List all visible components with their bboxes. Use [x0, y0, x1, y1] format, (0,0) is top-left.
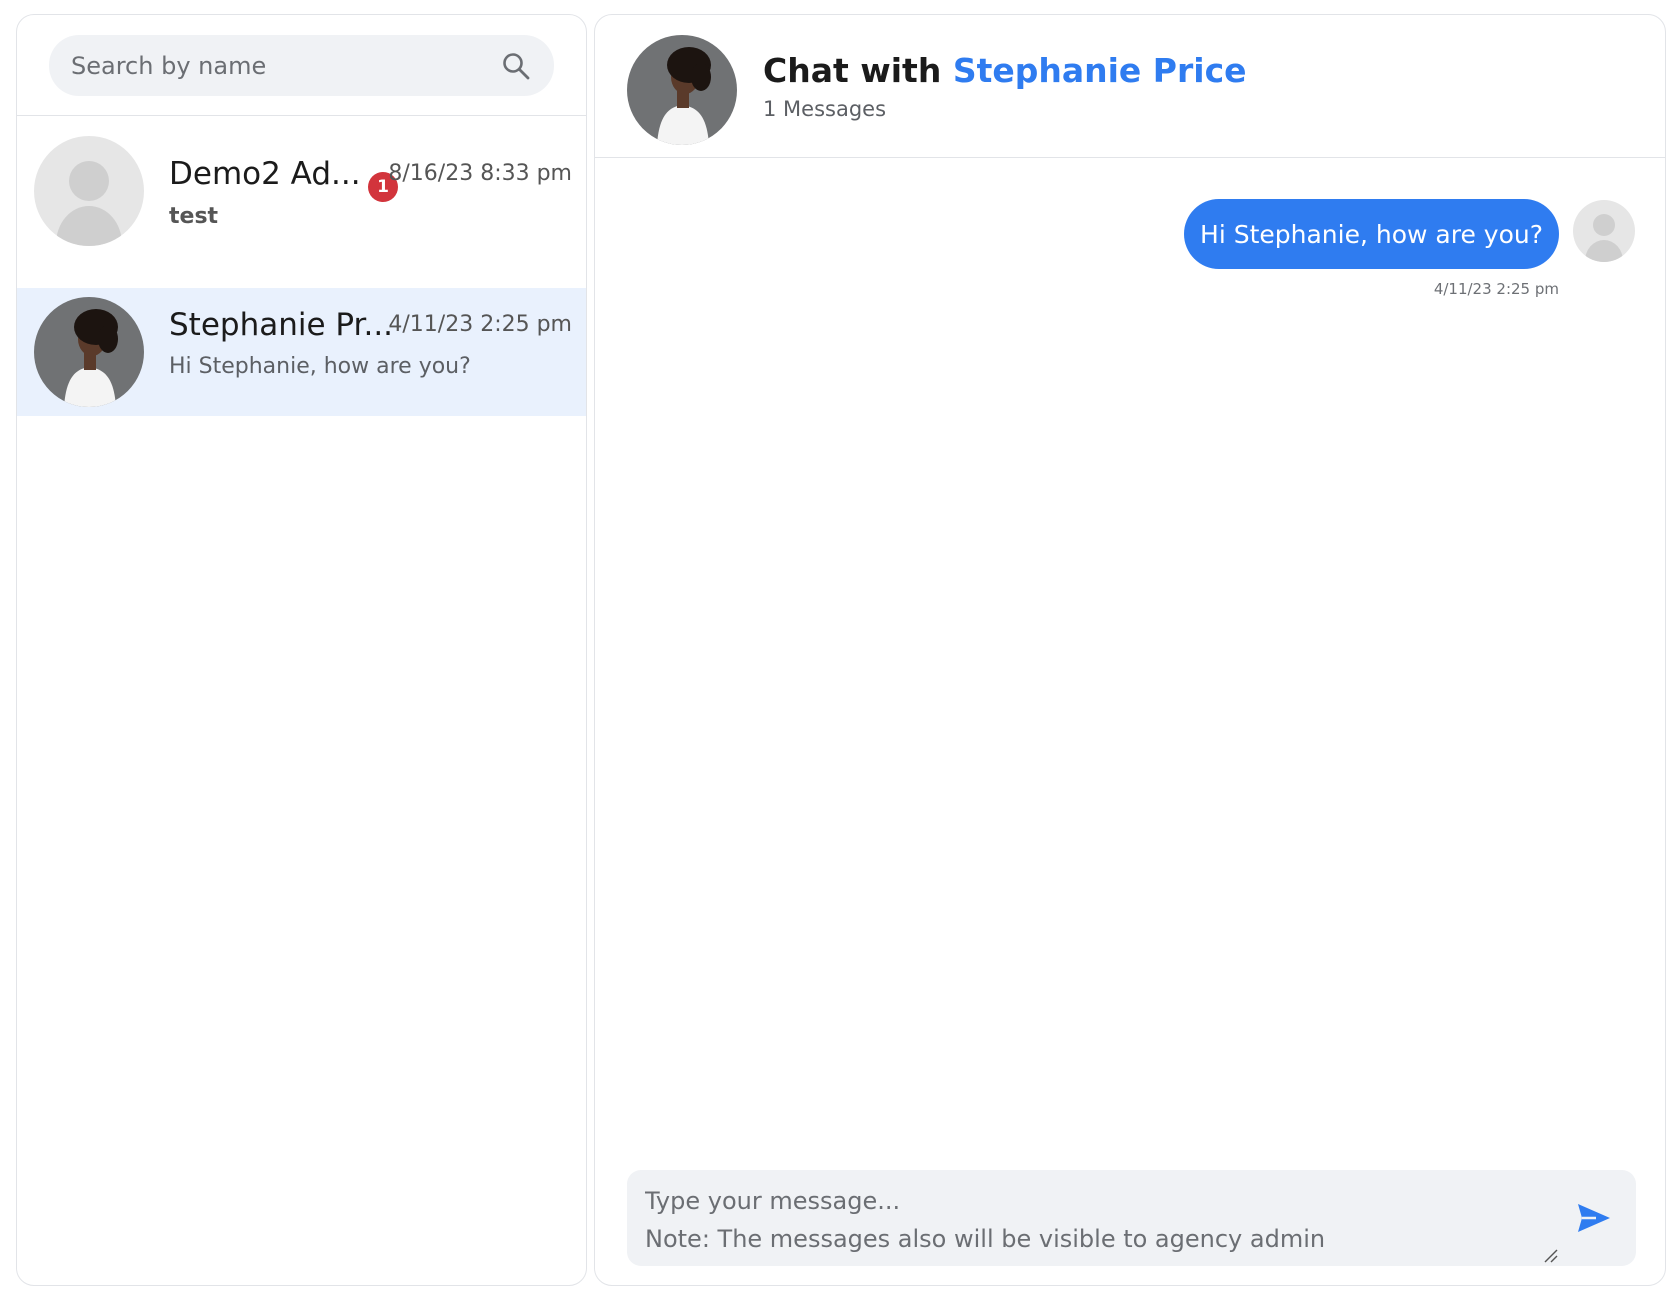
send-icon: [1578, 1204, 1610, 1232]
conversation-item-stephanie-price[interactable]: Stephanie Pr... 4/11/23 2:25 pm Hi Steph…: [17, 288, 586, 416]
search-box: [49, 35, 554, 96]
chat-title-prefix: Chat with: [763, 51, 942, 90]
message-input[interactable]: [645, 1182, 1545, 1258]
search-bar-container: [17, 15, 586, 116]
search-input[interactable]: [71, 51, 500, 80]
contact-photo-avatar: [627, 35, 737, 145]
message-composer: [627, 1170, 1636, 1266]
chat-contact-name[interactable]: Stephanie Price: [953, 51, 1247, 90]
message-timestamp: 4/11/23 2:25 pm: [1433, 280, 1559, 298]
message-count: 1 Messages: [763, 97, 887, 121]
conversation-list-panel: Demo2 Ad... 1 8/16/23 8:33 pm test Steph…: [16, 14, 587, 1286]
send-button[interactable]: [1574, 1200, 1614, 1236]
resize-handle-icon[interactable]: [1543, 1248, 1559, 1264]
conversation-time: 4/11/23 2:25 pm: [388, 312, 572, 337]
conversation-name: Demo2 Ad...: [169, 156, 361, 192]
chat-title: Chat with Stephanie Price: [763, 51, 1247, 90]
conversation-item-demo2-admin[interactable]: Demo2 Ad... 1 8/16/23 8:33 pm test: [17, 116, 586, 268]
conversation-preview: test: [169, 204, 219, 229]
contact-photo-avatar: [34, 297, 144, 407]
default-avatar: [34, 136, 144, 246]
conversation-preview: Hi Stephanie, how are you?: [169, 354, 471, 379]
message-bubble-outgoing: Hi Stephanie, how are you?: [1184, 199, 1559, 269]
chat-header: Chat with Stephanie Price 1 Messages: [595, 15, 1665, 158]
conversation-name: Stephanie Pr...: [169, 307, 394, 343]
sender-avatar: [1573, 200, 1635, 262]
chat-panel: Chat with Stephanie Price 1 Messages Hi …: [594, 14, 1666, 1286]
search-icon[interactable]: [500, 50, 532, 82]
conversation-time: 8/16/23 8:33 pm: [388, 161, 572, 186]
